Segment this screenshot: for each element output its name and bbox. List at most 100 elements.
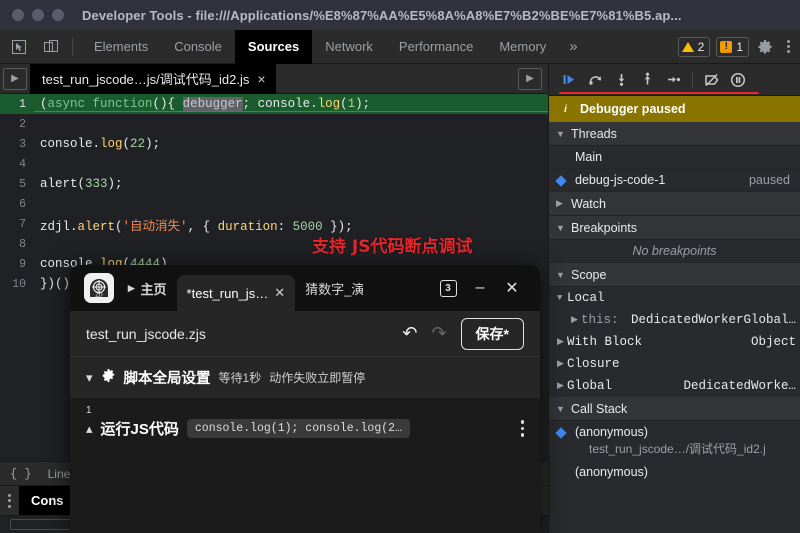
chevron-right-icon[interactable]: ▶ bbox=[571, 315, 581, 325]
section-header-watch[interactable]: ▶ Watch bbox=[549, 192, 800, 216]
line-number[interactable]: 5 bbox=[0, 178, 34, 191]
code-text[interactable]: zdjl.alert('自动消失', { duration: 5000 }); bbox=[34, 215, 548, 234]
scope-item-name: this: bbox=[581, 313, 619, 327]
line-number[interactable]: 8 bbox=[0, 238, 34, 251]
code-line[interactable]: 5alert(333); bbox=[0, 174, 548, 194]
pretty-print-braces-icon[interactable]: { } bbox=[0, 467, 42, 481]
chevron-up-icon[interactable]: ▴ bbox=[86, 421, 93, 437]
scope-item[interactable]: ▶Global DedicatedWorke… bbox=[549, 375, 800, 397]
file-tab-active[interactable]: test_run_jscode…js/调试代码_id2.js × bbox=[30, 64, 276, 94]
thread-item-debug-js-code-1[interactable]: debug-js-code-1 paused bbox=[549, 169, 800, 192]
panel-toggle-right-icon[interactable]: ▶ bbox=[518, 68, 542, 90]
panel-toggle-left-icon[interactable]: ▶ bbox=[3, 68, 27, 90]
deactivate-breakpoints-icon[interactable] bbox=[700, 68, 724, 92]
drawer-menu-icon[interactable] bbox=[0, 494, 19, 508]
tab-console[interactable]: Console bbox=[161, 30, 235, 64]
pause-on-exceptions-icon[interactable] bbox=[726, 68, 750, 92]
step-menu-icon[interactable] bbox=[521, 420, 525, 437]
drawer-tab-console[interactable]: Cons bbox=[19, 486, 76, 516]
tab-elements[interactable]: Elements bbox=[81, 30, 161, 64]
tab-performance[interactable]: Performance bbox=[386, 30, 486, 64]
dialog-minimize-button[interactable]: – bbox=[466, 274, 494, 302]
section-header-breakpoints[interactable]: ▼ Breakpoints bbox=[549, 216, 800, 240]
scope-item[interactable]: ▶this: DedicatedWorkerGlobal… bbox=[549, 309, 800, 331]
code-line[interactable]: 3console.log(22); bbox=[0, 134, 548, 154]
code-text[interactable]: alert(333); bbox=[34, 177, 548, 191]
scope-item-name: Local bbox=[567, 291, 605, 305]
scope-item[interactable]: ▼Local bbox=[549, 287, 800, 309]
close-window-button[interactable] bbox=[12, 9, 24, 21]
code-text[interactable]: console.log(22); bbox=[34, 137, 548, 151]
dialog-tab-home[interactable]: ▸ 主页 bbox=[114, 265, 177, 311]
section-header-threads[interactable]: ▼ Threads bbox=[549, 122, 800, 146]
step-icon[interactable] bbox=[661, 68, 685, 92]
dialog-tab-test-run-js[interactable]: *test_run_js… ✕ bbox=[177, 275, 296, 311]
resume-script-icon[interactable] bbox=[557, 68, 581, 92]
line-number[interactable]: 9 bbox=[0, 258, 34, 271]
tab-memory[interactable]: Memory bbox=[486, 30, 559, 64]
device-toolbar-icon[interactable] bbox=[38, 35, 64, 59]
error-badge[interactable]: ! 1 bbox=[716, 37, 749, 57]
code-text[interactable]: (async function(){ debugger; console.log… bbox=[34, 97, 548, 112]
script-global-settings-row[interactable]: ▾ 脚本全局设置 等待1秒 动作失败立即暂停 bbox=[70, 357, 540, 399]
chevron-right-icon[interactable]: ▶ bbox=[557, 337, 567, 347]
step-code-preview[interactable]: console.log(1); console.log(2… bbox=[187, 419, 410, 438]
thread-item-main[interactable]: Main bbox=[549, 146, 800, 169]
active-thread-indicator-icon bbox=[555, 175, 566, 186]
close-icon[interactable]: ✕ bbox=[274, 285, 285, 301]
step-row-run-js[interactable]: ▴ 运行JS代码 console.log(1); console.log(2… bbox=[70, 416, 540, 439]
scope-label: Scope bbox=[571, 268, 606, 282]
line-number[interactable]: 6 bbox=[0, 198, 34, 211]
home-pointer-icon: ▸ bbox=[128, 280, 135, 296]
line-number[interactable]: 7 bbox=[0, 218, 34, 231]
scope-item[interactable]: ▶Closure bbox=[549, 353, 800, 375]
call-stack-label: Call Stack bbox=[571, 402, 627, 416]
gear-icon bbox=[757, 39, 773, 55]
line-indicator: Line bbox=[42, 467, 71, 481]
undo-arrow-icon[interactable]: ↶ bbox=[402, 323, 417, 344]
tab-network[interactable]: Network bbox=[312, 30, 386, 64]
line-number[interactable]: 2 bbox=[0, 118, 34, 131]
code-line[interactable]: 4 bbox=[0, 154, 548, 174]
window-count-button[interactable]: 3 bbox=[434, 274, 462, 302]
call-stack-frame[interactable]: (anonymous) bbox=[549, 461, 800, 484]
step-into-icon[interactable] bbox=[609, 68, 633, 92]
error-count: 1 bbox=[736, 40, 743, 54]
zoom-window-button[interactable] bbox=[52, 9, 64, 21]
section-header-scope[interactable]: ▼ Scope bbox=[549, 263, 800, 287]
file-tabbar: ▶ test_run_jscode…js/调试代码_id2.js × ▶ bbox=[0, 64, 548, 94]
line-number[interactable]: 1 bbox=[0, 98, 34, 111]
scope-item[interactable]: ▶With Block Object bbox=[549, 331, 800, 353]
dialog-close-button[interactable]: ✕ bbox=[498, 274, 526, 302]
close-icon[interactable]: × bbox=[257, 71, 265, 87]
chevron-right-icon[interactable]: ▶ bbox=[557, 381, 567, 391]
warning-triangle-icon bbox=[682, 42, 694, 52]
minimize-window-button[interactable] bbox=[32, 9, 44, 21]
code-line[interactable]: 1(async function(){ debugger; console.lo… bbox=[0, 94, 548, 114]
line-number[interactable]: 4 bbox=[0, 158, 34, 171]
redo-arrow-icon[interactable]: ↷ bbox=[431, 323, 446, 344]
call-stack-frame[interactable]: (anonymous)test_run_jscode…/调试代码_id2.j bbox=[549, 421, 800, 461]
section-header-call-stack[interactable]: ▼ Call Stack bbox=[549, 397, 800, 421]
code-line[interactable]: 6 bbox=[0, 194, 548, 214]
chevron-down-icon[interactable]: ▾ bbox=[86, 370, 93, 386]
step-out-icon[interactable] bbox=[635, 68, 659, 92]
chevron-right-icon[interactable]: ▶ bbox=[557, 359, 567, 369]
settings-button[interactable] bbox=[749, 39, 781, 55]
step-over-icon[interactable] bbox=[583, 68, 607, 92]
code-line[interactable]: 2 bbox=[0, 114, 548, 134]
inspect-element-icon[interactable] bbox=[6, 35, 32, 59]
line-number[interactable]: 10 bbox=[0, 278, 34, 291]
warning-badge[interactable]: 2 bbox=[678, 37, 711, 57]
code-line[interactable]: 7zdjl.alert('自动消失', { duration: 5000 }); bbox=[0, 214, 548, 234]
more-tabs-button[interactable]: » bbox=[559, 38, 587, 55]
tab-sources[interactable]: Sources bbox=[235, 30, 312, 64]
scope-list: ▼Local▶this: DedicatedWorkerGlobal…▶With… bbox=[549, 287, 800, 397]
chevron-down-icon[interactable]: ▼ bbox=[557, 293, 567, 303]
devtools-main-menu-icon[interactable] bbox=[781, 40, 796, 53]
step-number: 1 bbox=[70, 399, 540, 416]
dialog-tab-guess-number[interactable]: 猜数字_演 bbox=[295, 265, 363, 311]
line-number[interactable]: 3 bbox=[0, 138, 34, 151]
save-button[interactable]: 保存* bbox=[461, 318, 524, 350]
code-token: duration bbox=[218, 220, 278, 234]
